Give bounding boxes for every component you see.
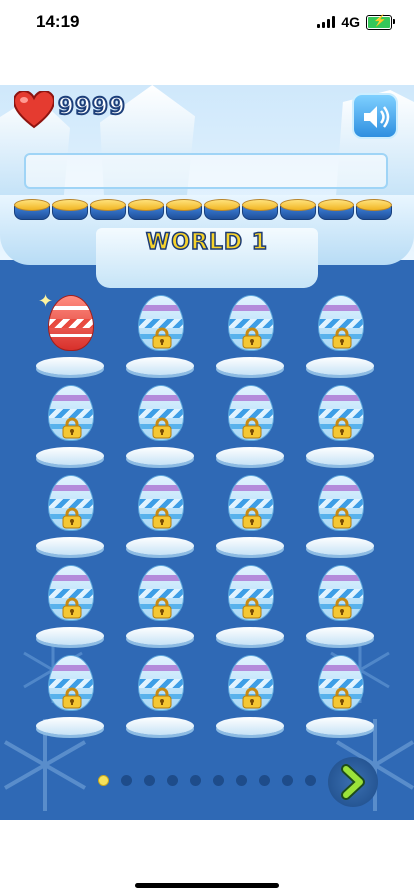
level-tile-locked[interactable]: [306, 295, 378, 385]
battery-icon: ⚡: [366, 14, 395, 30]
page-dot[interactable]: [144, 775, 155, 786]
coin-stack-row: [14, 199, 400, 225]
coin-icon: [128, 199, 164, 223]
lock-icon: [62, 507, 82, 529]
page-dot[interactable]: [236, 775, 247, 786]
coin-icon: [14, 199, 50, 223]
lock-icon: [152, 597, 172, 619]
level-tile-locked[interactable]: [126, 385, 198, 475]
level-tile-locked[interactable]: [126, 655, 198, 745]
lock-icon: [152, 327, 172, 349]
level-tile-locked[interactable]: [126, 475, 198, 565]
level-tile-locked[interactable]: [36, 385, 108, 475]
lock-icon: [242, 597, 262, 619]
lock-icon: [62, 687, 82, 709]
level-tile-locked[interactable]: [216, 475, 288, 565]
coin-icon: [166, 199, 202, 223]
page-dot[interactable]: [213, 775, 224, 786]
level-tile-locked[interactable]: [126, 565, 198, 655]
next-page-button[interactable]: [328, 757, 378, 807]
speaker-icon: [364, 106, 390, 128]
world-title: WORLD 1: [145, 229, 269, 256]
level-tile-locked[interactable]: [216, 385, 288, 475]
chevron-right-icon: [341, 764, 365, 800]
sound-button[interactable]: [352, 93, 398, 139]
lock-icon: [242, 687, 262, 709]
lock-icon: [242, 507, 262, 529]
level-tile-locked[interactable]: [126, 295, 198, 385]
status-bar: 14:19 4G ⚡: [0, 0, 414, 44]
level-tile-locked[interactable]: [306, 385, 378, 475]
home-indicator[interactable]: [135, 883, 279, 888]
lock-icon: [242, 327, 262, 349]
level-tile-locked[interactable]: [306, 655, 378, 745]
level-tile-locked[interactable]: [216, 565, 288, 655]
lock-icon: [242, 417, 262, 439]
star-progress-bar: [24, 153, 388, 189]
signal-icon: [317, 16, 336, 28]
lock-icon: [332, 507, 352, 529]
level-tile-locked[interactable]: [36, 655, 108, 745]
coin-icon: [242, 199, 278, 223]
lock-icon: [332, 687, 352, 709]
level-tile-locked[interactable]: [216, 295, 288, 385]
level-tile-unlocked[interactable]: ✦: [36, 291, 108, 385]
lock-icon: [62, 597, 82, 619]
lock-icon: [152, 507, 172, 529]
lock-icon: [62, 417, 82, 439]
level-tile-locked[interactable]: [306, 475, 378, 565]
coin-icon: [318, 199, 354, 223]
status-indicators: 4G ⚡: [317, 14, 395, 30]
page-dot-active[interactable]: [98, 775, 109, 786]
heart-icon: [14, 91, 54, 129]
lives-count: 9999: [57, 93, 127, 121]
coin-icon: [280, 199, 316, 223]
page-dot[interactable]: [190, 775, 201, 786]
coin-icon: [356, 199, 392, 223]
level-tile-locked[interactable]: [36, 475, 108, 565]
level-tile-locked[interactable]: [306, 565, 378, 655]
status-time: 14:19: [36, 12, 80, 31]
coin-icon: [52, 199, 88, 223]
lock-icon: [332, 597, 352, 619]
lock-icon: [332, 417, 352, 439]
lock-icon: [152, 687, 172, 709]
page-dot[interactable]: [121, 775, 132, 786]
level-tile-locked[interactable]: [216, 655, 288, 745]
network-type: 4G: [341, 14, 360, 30]
page-dot[interactable]: [167, 775, 178, 786]
coin-icon: [204, 199, 240, 223]
lock-icon: [152, 417, 172, 439]
coin-icon: [90, 199, 126, 223]
level-tile-locked[interactable]: [36, 565, 108, 655]
page-dot[interactable]: [282, 775, 293, 786]
sparkle-icon: ✦: [38, 291, 54, 311]
game-screen: 9999 WORLD 1 ✦: [0, 85, 414, 820]
lock-icon: [332, 327, 352, 349]
page-dot[interactable]: [259, 775, 270, 786]
page-dot[interactable]: [305, 775, 316, 786]
egg-icon: [48, 295, 94, 351]
